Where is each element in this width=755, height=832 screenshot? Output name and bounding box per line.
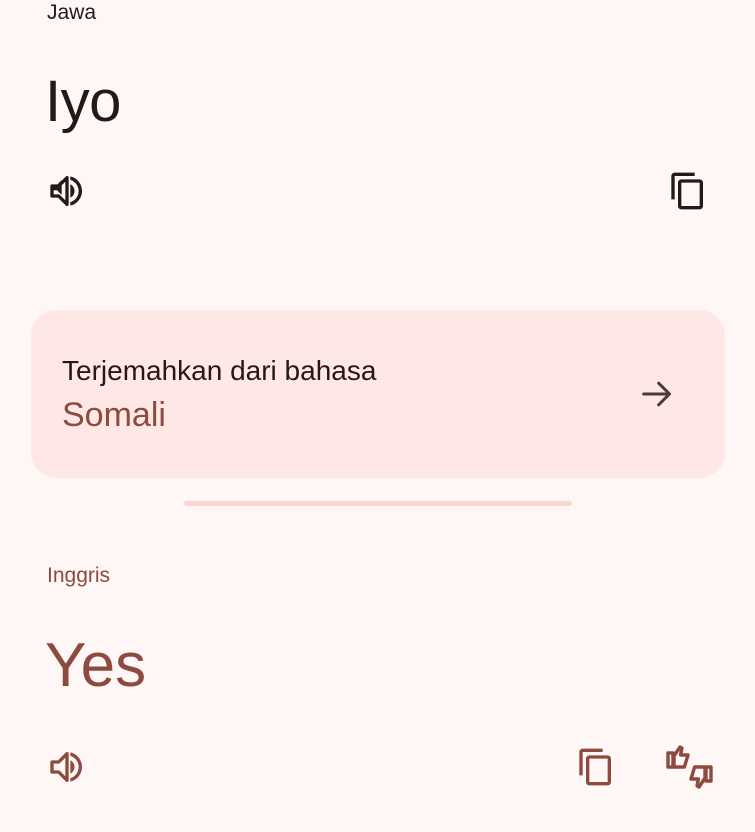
translation-screen: Jawa Iyo Terjemahkan dari bahasa Somali [0, 0, 755, 832]
volume-icon [47, 747, 87, 792]
drag-handle[interactable] [184, 501, 572, 506]
source-language-label: Jawa [47, 1, 97, 24]
copy-icon [668, 171, 708, 216]
target-copy-button[interactable] [572, 745, 620, 793]
target-speak-button[interactable] [43, 745, 91, 793]
target-text: Yes [45, 631, 147, 700]
suggested-language: Somali [62, 396, 166, 434]
suggestion-title: Terjemahkan dari bahasa [62, 355, 377, 386]
rate-translation-button[interactable] [662, 743, 718, 796]
arrow-right-icon [629, 370, 685, 418]
volume-icon [47, 171, 87, 216]
translate-from-suggestion-card[interactable]: Terjemahkan dari bahasa Somali [31, 310, 725, 478]
source-copy-button[interactable] [664, 169, 712, 217]
thumbs-up-down-icon [664, 743, 716, 796]
source-text: Iyo [45, 69, 121, 134]
copy-icon [576, 747, 616, 792]
target-language-label: Inggris [47, 564, 111, 587]
source-speak-button[interactable] [43, 169, 91, 217]
